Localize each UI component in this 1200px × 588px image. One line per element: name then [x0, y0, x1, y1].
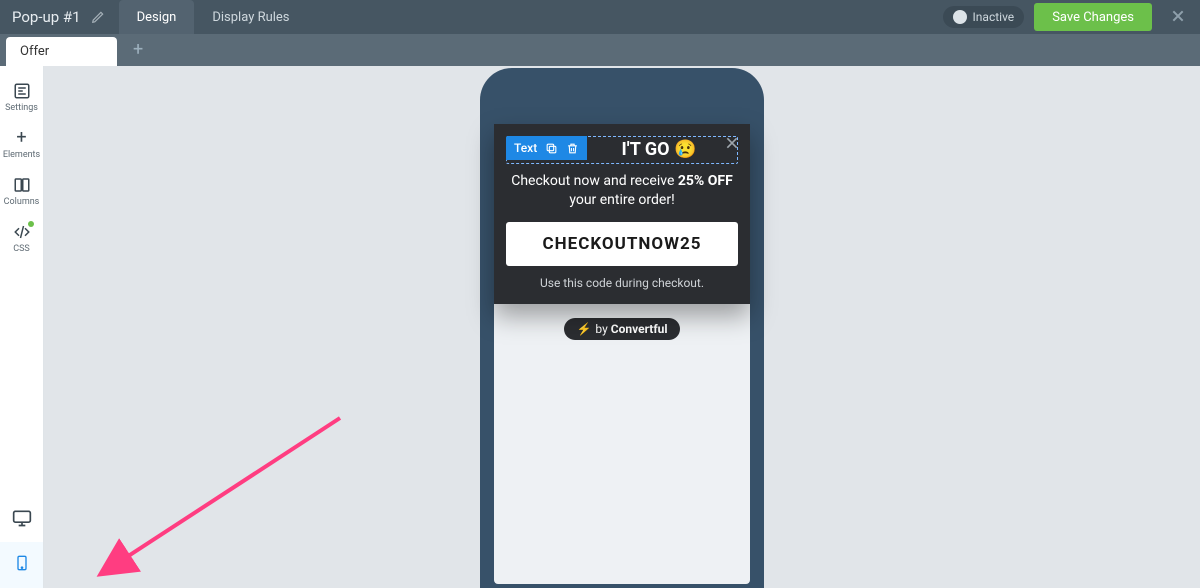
tab-design[interactable]: Design: [119, 0, 195, 34]
popup-widget[interactable]: Text I'T GO 😢 Checkout now and receive 2…: [494, 124, 750, 304]
tab-display-rules[interactable]: Display Rules: [194, 0, 307, 34]
close-button[interactable]: [1164, 5, 1192, 29]
toggle-knob-icon: [953, 10, 967, 24]
rail-settings[interactable]: Settings: [0, 74, 43, 121]
mobile-frame: Text I'T GO 😢 Checkout now and receive 2…: [480, 68, 764, 588]
selection-type-label: Text: [514, 137, 537, 159]
left-rail: Settings + Elements Columns CSS: [0, 66, 44, 588]
mobile-viewport: Text I'T GO 😢 Checkout now and receive 2…: [494, 124, 750, 584]
rail-label: Columns: [4, 197, 40, 207]
save-button[interactable]: Save Changes: [1034, 3, 1152, 31]
popup-subtext[interactable]: Checkout now and receive 25% OFF your en…: [506, 172, 738, 210]
coupon-code[interactable]: CHECKOUTNOW25: [506, 222, 738, 266]
workspace-body: Settings + Elements Columns CSS: [0, 66, 1200, 588]
close-icon: [1170, 8, 1186, 24]
rename-button[interactable]: [89, 8, 107, 26]
plus-icon: +: [133, 39, 143, 60]
page-title: Pop-up #1: [12, 8, 81, 26]
device-desktop[interactable]: [0, 498, 43, 542]
screen-tabs: Offer +: [0, 34, 1200, 66]
add-screen-button[interactable]: +: [123, 39, 153, 66]
bolt-icon: ⚡: [576, 322, 591, 336]
settings-panel-icon: [13, 82, 31, 100]
mobile-icon: [14, 552, 30, 574]
desktop-icon: [12, 508, 32, 528]
branding-prefix: by: [595, 322, 610, 336]
rail-label: Settings: [5, 103, 38, 113]
plus-icon: +: [0, 129, 43, 147]
device-mobile[interactable]: [0, 542, 43, 588]
delete-button[interactable]: [566, 142, 579, 155]
popup-hint: Use this code during checkout.: [506, 276, 738, 290]
rail-label: CSS: [13, 244, 30, 254]
screen-tab-offer[interactable]: Offer: [6, 37, 117, 66]
duplicate-button[interactable]: [545, 142, 558, 155]
subtext-post: your entire order!: [569, 192, 674, 208]
pencil-icon: [91, 10, 105, 24]
canvas[interactable]: Text I'T GO 😢 Checkout now and receive 2…: [44, 66, 1200, 588]
trash-icon: [566, 142, 579, 155]
columns-icon: [13, 176, 31, 194]
branding-name: Convertful: [611, 322, 668, 336]
rail-columns[interactable]: Columns: [0, 168, 43, 215]
copy-icon: [545, 142, 558, 155]
subtext-bold: 25% OFF: [678, 173, 733, 189]
rail-elements[interactable]: + Elements: [0, 121, 43, 168]
branding-badge[interactable]: ⚡ by Convertful: [564, 318, 679, 340]
rail-css[interactable]: CSS: [0, 215, 43, 262]
status-dot-icon: [28, 221, 34, 227]
title-wrap: Pop-up #1: [0, 0, 119, 34]
annotation-arrow-icon: [90, 408, 360, 588]
selection-toolbar: Text: [506, 136, 587, 160]
status-label: Inactive: [973, 10, 1015, 24]
text-element-selected[interactable]: Text I'T GO 😢: [506, 136, 738, 164]
app-header: Pop-up #1 Design Display Rules Inactive …: [0, 0, 1200, 34]
status-toggle[interactable]: Inactive: [943, 6, 1025, 28]
rail-label: Elements: [3, 150, 40, 160]
subtext-pre: Checkout now and receive: [511, 173, 678, 189]
